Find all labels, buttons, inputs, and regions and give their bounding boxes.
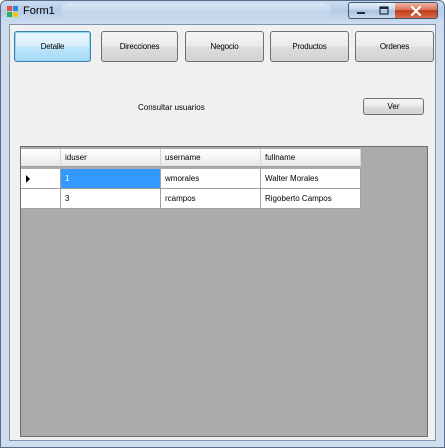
title-bar[interactable]: Form1 [1, 1, 444, 23]
consultar-usuarios-label: Consultar usuarios [138, 103, 205, 112]
form1-window: Form1 Detalle Direcciones Negocio Produc… [0, 0, 445, 448]
direcciones-button[interactable]: Direcciones [101, 31, 178, 62]
cell-fullname[interactable]: Rigoberto Campos [261, 189, 361, 209]
form-client-area: Detalle Direcciones Negocio Productos Or… [9, 24, 436, 441]
window-title: Form1 [23, 5, 55, 17]
cell-iduser[interactable]: 1 [61, 169, 161, 189]
productos-button[interactable]: Productos [270, 31, 349, 62]
table-row[interactable]: 3 rcampos Rigoberto Campos [21, 189, 361, 209]
table-row[interactable]: 1 wmorales Walter Morales [21, 169, 361, 189]
users-data-grid[interactable]: iduser username fullname 1 wmorales Walt… [20, 146, 428, 437]
negocio-button[interactable]: Negocio [185, 31, 264, 62]
cell-username[interactable]: wmorales [161, 169, 261, 189]
title-glow-decoration [61, 3, 331, 20]
minimize-button[interactable] [348, 2, 373, 19]
row-header[interactable] [21, 169, 61, 189]
ver-button[interactable]: Ver [363, 98, 424, 115]
ordenes-button[interactable]: Ordenes [355, 31, 434, 62]
detalle-button[interactable]: Detalle [14, 31, 91, 62]
grid-header-row: iduser username fullname [21, 149, 361, 167]
grid-corner-header[interactable] [21, 149, 61, 167]
minimize-icon [356, 11, 365, 14]
column-header-fullname[interactable]: fullname [261, 149, 361, 167]
maximize-icon [378, 6, 389, 15]
column-header-iduser[interactable]: iduser [61, 149, 161, 167]
cell-fullname[interactable]: Walter Morales [261, 169, 361, 189]
cell-iduser[interactable]: 3 [61, 189, 161, 209]
form-app-icon [7, 6, 18, 17]
maximize-button[interactable] [372, 2, 396, 19]
row-header[interactable] [21, 189, 61, 209]
current-row-arrow-icon [26, 174, 30, 183]
close-icon [410, 5, 422, 16]
cell-username[interactable]: rcampos [161, 189, 261, 209]
close-button[interactable] [395, 2, 438, 19]
column-header-username[interactable]: username [161, 149, 261, 167]
